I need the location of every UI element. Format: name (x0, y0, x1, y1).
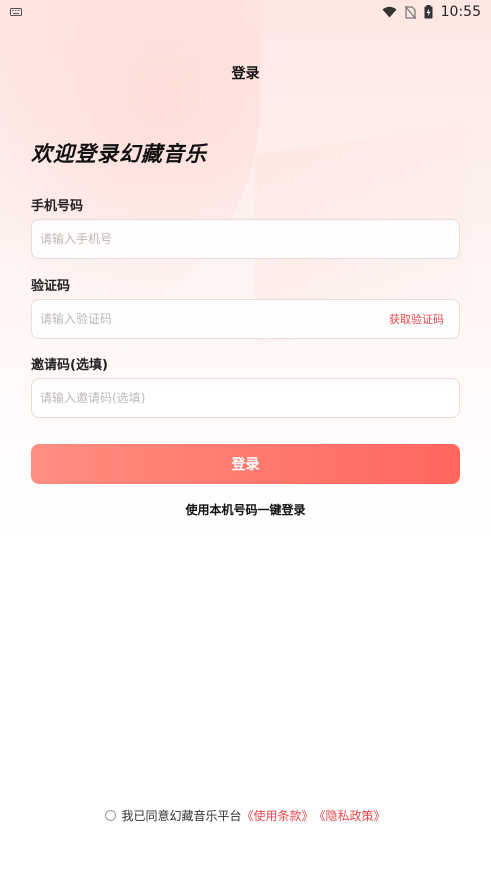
phone-input[interactable] (40, 220, 451, 258)
terms-link[interactable]: 《使用条款》 (241, 807, 313, 824)
agreement-checkbox[interactable] (105, 810, 117, 821)
invite-input[interactable] (40, 379, 451, 417)
keyboard-icon (10, 8, 22, 16)
phone-label: 手机号码 (31, 199, 84, 214)
no-sim-icon (404, 5, 416, 19)
invite-field[interactable] (31, 378, 460, 418)
battery-charging-icon (424, 5, 433, 19)
privacy-link[interactable]: 《隐私政策》 (314, 807, 386, 824)
phone-field[interactable] (31, 219, 460, 259)
agreement-row: 我已同意幻藏音乐平台 《使用条款》 《隐私政策》 (0, 807, 491, 824)
code-field[interactable]: 获取验证码 (31, 299, 460, 339)
wifi-icon (382, 6, 397, 18)
status-bar: 10:55 (0, 0, 491, 24)
background-decoration (0, 0, 491, 872)
code-label: 验证码 (31, 279, 71, 294)
page-title: 登录 (231, 66, 260, 82)
code-input[interactable] (40, 300, 389, 338)
login-button[interactable]: 登录 (31, 444, 460, 484)
agreement-text: 我已同意幻藏音乐平台 (121, 809, 242, 823)
get-code-button[interactable]: 获取验证码 (389, 311, 444, 327)
invite-label: 邀请码(选填) (31, 358, 108, 373)
welcome-heading: 欢迎登录幻藏音乐 (31, 142, 207, 166)
one-click-login-link[interactable]: 使用本机号码一键登录 (0, 501, 491, 518)
status-time: 10:55 (440, 4, 481, 20)
